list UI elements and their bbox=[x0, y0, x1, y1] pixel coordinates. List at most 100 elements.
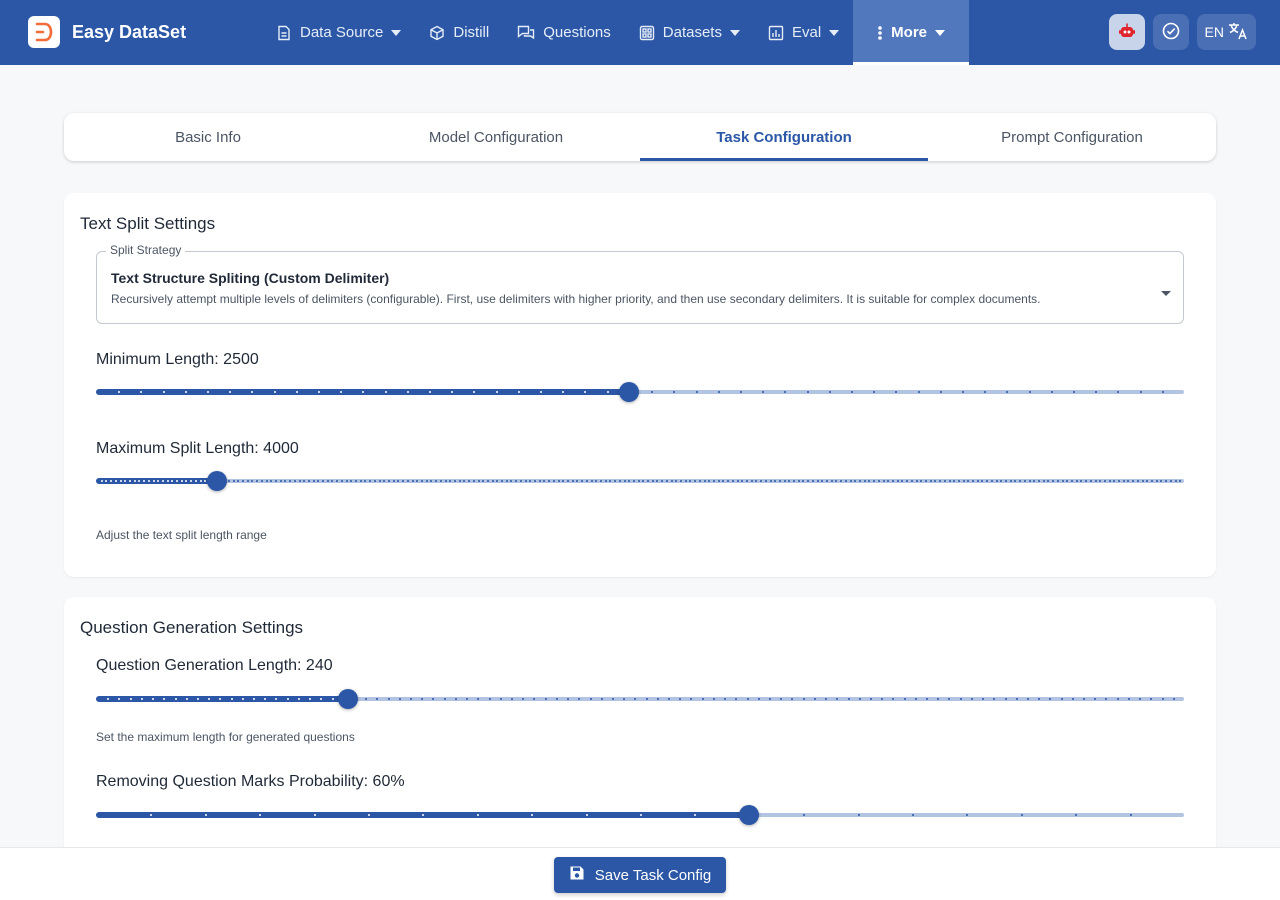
slider-mark bbox=[858, 698, 861, 700]
slider-mark bbox=[174, 698, 177, 700]
slider-mark bbox=[736, 480, 739, 482]
bar-chart-icon bbox=[768, 25, 784, 41]
question-length-label: Question Generation Length: 240 bbox=[96, 657, 333, 674]
slider-mark bbox=[1004, 698, 1007, 700]
slider-thumb[interactable] bbox=[619, 382, 640, 402]
slider-mark bbox=[717, 391, 720, 393]
slider-mark bbox=[331, 480, 334, 482]
slider-mark bbox=[882, 480, 885, 482]
slider-mark bbox=[1047, 480, 1050, 482]
slider-mark bbox=[1071, 698, 1074, 700]
settings-tabs: Basic Info Model Configuration Task Conf… bbox=[64, 113, 1216, 161]
grid-icon bbox=[639, 25, 655, 41]
nav-item-eval[interactable]: Eval bbox=[754, 0, 853, 65]
slider-mark bbox=[477, 480, 480, 482]
split-strategy-select[interactable]: Text Structure Spliting (Custom Delimite… bbox=[96, 251, 1184, 324]
slider-mark bbox=[1066, 480, 1069, 482]
slider-mark bbox=[571, 480, 574, 482]
slider-mark bbox=[1056, 480, 1059, 482]
slider-mark bbox=[1020, 814, 1023, 816]
slider-mark bbox=[567, 698, 570, 700]
slider-mark bbox=[406, 391, 409, 393]
slider-mark bbox=[762, 391, 765, 393]
slider-mark bbox=[735, 698, 738, 700]
task-status-button[interactable] bbox=[1152, 14, 1189, 50]
slider-mark bbox=[830, 480, 833, 482]
question-length-slider[interactable] bbox=[96, 689, 1184, 709]
slider-mark bbox=[161, 480, 164, 482]
slider-mark bbox=[1161, 698, 1164, 700]
slider-mark bbox=[755, 480, 758, 482]
slider-mark bbox=[1172, 698, 1175, 700]
slider-mark bbox=[185, 698, 188, 700]
tab-model-configuration[interactable]: Model Configuration bbox=[352, 113, 640, 161]
nav-item-distill[interactable]: Distill bbox=[415, 0, 503, 65]
nav-item-questions[interactable]: Questions bbox=[503, 0, 625, 65]
slider-mark bbox=[510, 480, 513, 482]
slider-mark bbox=[1023, 480, 1026, 482]
slider-mark bbox=[585, 480, 588, 482]
save-task-config-button[interactable]: Save Task Config bbox=[554, 857, 726, 893]
slider-mark bbox=[1028, 391, 1031, 393]
slider-mark bbox=[232, 480, 235, 482]
tab-basic-info[interactable]: Basic Info bbox=[64, 113, 352, 161]
slider-mark bbox=[416, 480, 419, 482]
slider-mark bbox=[797, 480, 800, 482]
slider-mark bbox=[129, 698, 132, 700]
slider-mark bbox=[133, 480, 136, 482]
slider-mark bbox=[929, 480, 932, 482]
slider-mark bbox=[694, 814, 697, 816]
slider-mark bbox=[609, 480, 612, 482]
slider-mark bbox=[1014, 480, 1017, 482]
slider-mark bbox=[892, 698, 895, 700]
max-length-slider[interactable] bbox=[96, 471, 1184, 491]
remove-marks-slider[interactable] bbox=[96, 805, 1184, 825]
slider-mark bbox=[634, 698, 637, 700]
slider-mark bbox=[1015, 698, 1018, 700]
slider-mark bbox=[383, 480, 386, 482]
slider-mark bbox=[1061, 480, 1064, 482]
robot-button[interactable] bbox=[1108, 14, 1145, 50]
slider-mark bbox=[793, 480, 796, 482]
slider-mark bbox=[163, 698, 166, 700]
slider-mark bbox=[990, 480, 993, 482]
tab-prompt-configuration[interactable]: Prompt Configuration bbox=[928, 113, 1216, 161]
slider-mark bbox=[780, 698, 783, 700]
nav-item-data-source[interactable]: Data Source bbox=[262, 0, 415, 65]
slider-mark bbox=[384, 391, 387, 393]
slider-thumb[interactable] bbox=[738, 805, 759, 825]
tab-task-configuration[interactable]: Task Configuration bbox=[640, 113, 928, 161]
slider-mark bbox=[1099, 480, 1102, 482]
nav-item-label: More bbox=[891, 24, 928, 41]
min-length-slider[interactable] bbox=[96, 382, 1184, 402]
language-switch-button[interactable]: EN bbox=[1196, 14, 1256, 50]
slider-mark bbox=[849, 480, 852, 482]
slider-thumb[interactable] bbox=[338, 689, 359, 709]
slider-mark bbox=[953, 480, 956, 482]
app-logo-icon bbox=[28, 16, 60, 48]
slider-mark bbox=[713, 480, 715, 482]
slider-mark bbox=[453, 480, 456, 482]
slider-mark bbox=[340, 391, 343, 393]
slider-mark bbox=[896, 480, 899, 482]
brand[interactable]: Easy DataSet bbox=[28, 16, 186, 48]
text-split-settings-card: Text Split Settings Text Structure Split… bbox=[64, 193, 1216, 577]
slider-mark bbox=[1038, 698, 1041, 700]
slider-mark bbox=[1132, 480, 1135, 482]
slider-mark bbox=[912, 814, 914, 816]
slider-mark bbox=[241, 698, 244, 700]
slider-mark bbox=[488, 698, 491, 700]
slider-mark bbox=[611, 698, 614, 700]
slider-mark bbox=[1049, 698, 1052, 700]
slider-mark bbox=[519, 480, 522, 482]
slider-mark bbox=[1089, 480, 1092, 482]
slider-mark bbox=[640, 814, 642, 816]
nav-item-datasets[interactable]: Datasets bbox=[625, 0, 754, 65]
slider-mark bbox=[769, 480, 772, 482]
slider-mark bbox=[926, 698, 929, 700]
slider-mark bbox=[495, 391, 498, 393]
slider-mark bbox=[1072, 391, 1075, 393]
nav-item-more[interactable]: More bbox=[853, 0, 970, 65]
slider-mark bbox=[275, 698, 278, 700]
slider-thumb[interactable] bbox=[206, 471, 227, 491]
